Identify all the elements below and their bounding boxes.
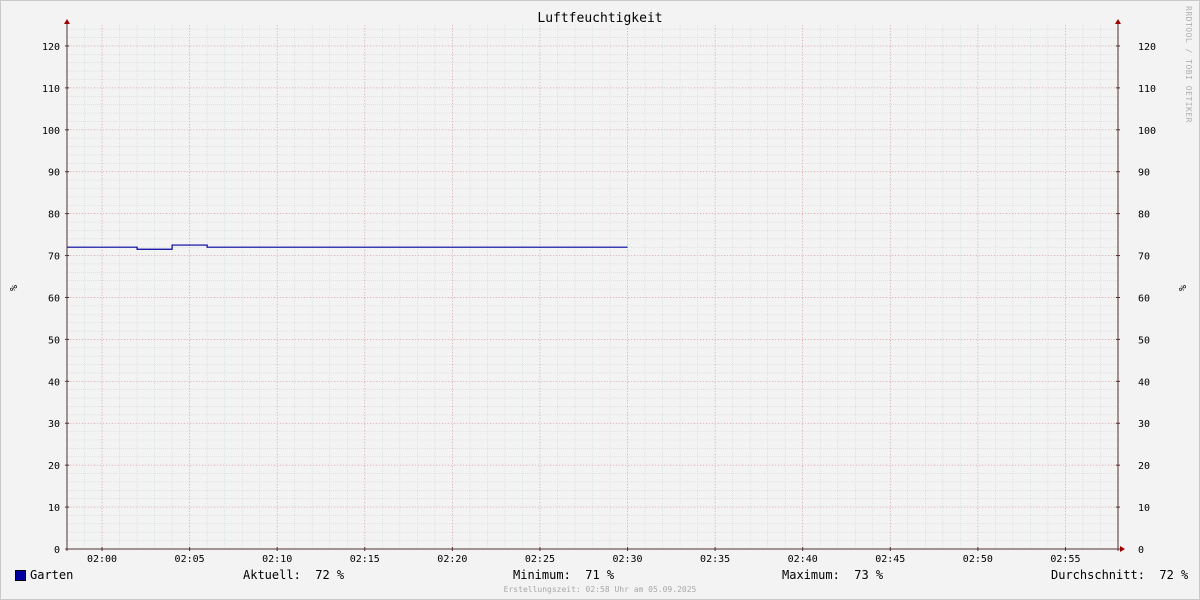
y-tick-label-left: 30	[48, 419, 60, 430]
x-tick-label: 02:30	[612, 554, 642, 565]
y-tick-label-left: 80	[48, 210, 60, 221]
y-tick-label-left: 20	[48, 461, 60, 472]
x-tick-label: 02:20	[437, 554, 467, 565]
legend-maximum: Maximum: 73 %	[782, 568, 884, 582]
y-tick-label-right: 110	[1138, 84, 1156, 95]
y-tick-label-right: 60	[1138, 293, 1150, 304]
x-tick-label: 02:40	[788, 554, 818, 565]
y-tick-label-right: 100	[1138, 126, 1156, 137]
x-tick-label: 02:15	[350, 554, 380, 565]
y-tick-label-left: 70	[48, 252, 60, 263]
y-axis-label-left: %	[7, 285, 18, 291]
chart-title: Luftfeuchtigkeit	[537, 11, 663, 26]
x-axis-arrow	[1120, 546, 1125, 552]
x-tick-label: 02:10	[262, 554, 292, 565]
x-tick-label: 02:05	[175, 554, 205, 565]
creation-time-footer: Erstellungszeit: 02:58 Uhr am 05.09.2025	[503, 585, 697, 594]
y-tick-label-left: 10	[48, 503, 60, 514]
x-tick-label: 02:45	[875, 554, 905, 565]
x-tick-label: 02:50	[963, 554, 993, 565]
y-tick-label-left: 50	[48, 335, 60, 346]
y-tick-label-left: 110	[42, 84, 60, 95]
minor-grid	[66, 25, 1119, 550]
y-tick-label-right: 40	[1138, 377, 1150, 388]
legend-durchschnitt: Durchschnitt: 72 %	[1051, 568, 1189, 582]
legend-minimum: Minimum: 71 %	[513, 568, 615, 582]
y-tick-label-right: 0	[1138, 545, 1144, 556]
axes-layer	[64, 19, 1125, 552]
x-tick-label: 02:00	[87, 554, 117, 565]
y-tick-label-left: 40	[48, 377, 60, 388]
x-tick-label: 02:35	[700, 554, 730, 565]
y-tick-label-left: 0	[54, 545, 60, 556]
y-tick-label-right: 50	[1138, 335, 1150, 346]
y-tick-label-left: 60	[48, 293, 60, 304]
legend-series-label: Garten	[30, 568, 74, 582]
y-tick-label-left: 120	[42, 42, 60, 53]
tick-labels: 0 0 10 10 20 20 30 30 40 40 50 50 60 60 70 70 80 80 90 90 10…	[42, 42, 1156, 565]
y-tick-label-right: 120	[1138, 42, 1156, 53]
y-tick-label-right: 90	[1138, 168, 1150, 179]
y-tick-label-right: 70	[1138, 252, 1150, 263]
y-tick-label-right: 30	[1138, 419, 1150, 430]
legend-swatch	[15, 570, 26, 581]
y-tick-label-left: 90	[48, 168, 60, 179]
y-tick-label-right: 10	[1138, 503, 1150, 514]
legend-aktuell: Aktuell: 72 %	[243, 568, 345, 582]
x-tick-label: 02:55	[1050, 554, 1080, 565]
y-axis-label-right: %	[1176, 285, 1187, 291]
watermark: RRDTOOL / TOBI OETIKER	[1184, 6, 1193, 123]
y-tick-label-left: 100	[42, 126, 60, 137]
chart-area: 0 0 10 10 20 20 30 30 40 40 50 50 60 60 70 70 80 80 90 90 10…	[7, 19, 1187, 565]
y-tick-label-right: 80	[1138, 210, 1150, 221]
y-tick-label-right: 20	[1138, 461, 1150, 472]
x-tick-label: 02:25	[525, 554, 555, 565]
